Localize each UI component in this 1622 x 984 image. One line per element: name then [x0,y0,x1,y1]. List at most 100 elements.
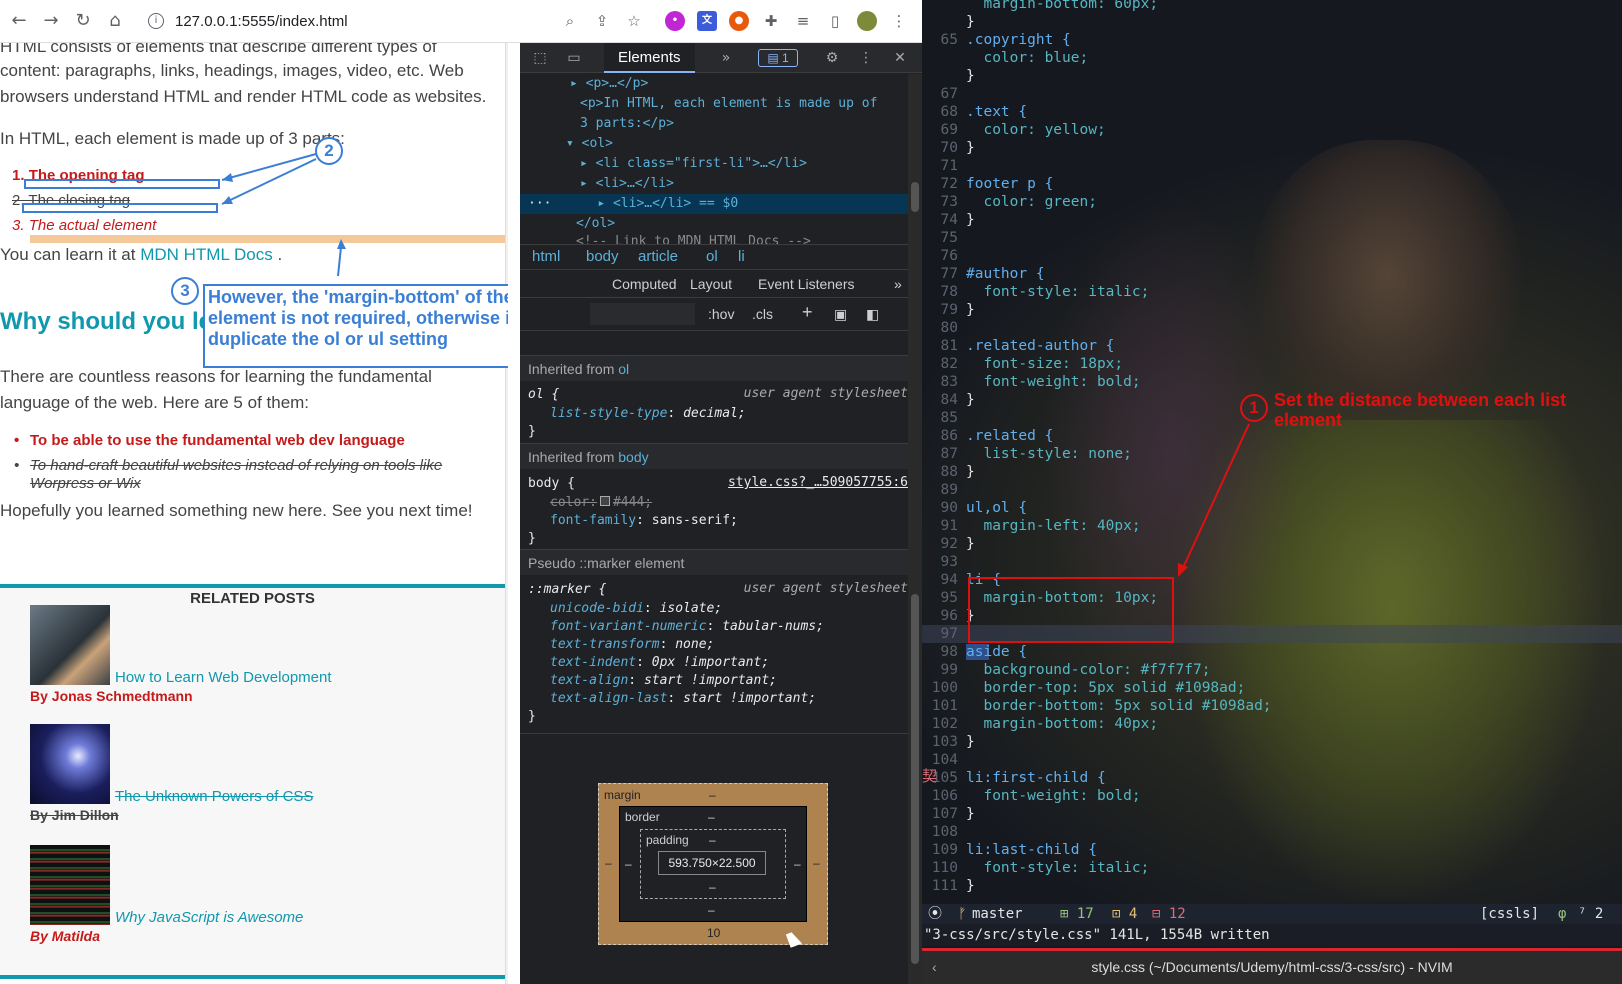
breadcrumb-ol[interactable]: ol [706,245,718,269]
dom-node-li-2[interactable]: ▸ <li>…</li> [580,174,674,194]
home-icon[interactable]: ⌂ [104,10,126,32]
code-line[interactable]: 101 border-bottom: 5px solid #1098ad; [922,697,1272,715]
code-line[interactable]: 100 border-top: 5px solid #1098ad; [922,679,1246,697]
code-line[interactable]: 80 [922,319,966,337]
code-line[interactable]: 74} [922,211,975,229]
zoom-icon[interactable]: ⌕ [560,11,580,31]
devtools-scrollbar[interactable] [908,74,922,984]
cookie-extension-icon[interactable]: ● [729,11,749,31]
share-icon[interactable]: ⇪ [592,11,612,31]
page-scrollbar[interactable] [505,43,508,984]
code-line[interactable]: 102 margin-bottom: 40px; [922,715,1158,733]
inspect-element-icon[interactable]: ⬚ [530,49,550,67]
code-buffer[interactable]: margin-bottom: 60px;} 65 .copyright { colo… [922,0,1622,910]
hover-state-toggle[interactable]: :hov [708,306,734,322]
breadcrumb-html[interactable]: html [532,245,560,269]
box-model-border[interactable]: border – – – – padding – – 593.750×22.50… [619,806,807,922]
issues-badge[interactable]: ▤ 1 [758,49,798,67]
code-line[interactable]: 93 [922,553,966,571]
code-line[interactable]: 103} [922,733,975,751]
dom-node-ol-close[interactable]: </ol> [576,214,615,234]
dom-scrollbar-thumb[interactable] [911,182,919,212]
tab-event-listeners[interactable]: Event Listeners [758,270,855,298]
dom-node-comment[interactable]: <!-- Link to MDN HTML Docs --> [576,232,811,244]
more-tabs-icon[interactable]: » [894,270,902,298]
code-line[interactable]: 110 font-style: italic; [922,859,1150,877]
code-line[interactable]: 78 font-style: italic; [922,283,1150,301]
translate-extension-icon[interactable]: 文 [697,11,717,31]
extension-purple-icon[interactable]: • [665,11,685,31]
code-line[interactable]: 71 [922,157,966,175]
sidebar-icon[interactable]: ▯ [825,11,845,31]
dom-node-ol[interactable]: ▾ <ol> [566,134,613,154]
dom-node-p[interactable]: ▸ <p>…</p> [570,74,648,94]
breadcrumb-body[interactable]: body [586,245,619,269]
code-line[interactable]: 105 li:first-child { [922,769,1106,787]
code-line[interactable]: 77 #author { [922,265,1045,283]
kebab-menu-icon[interactable]: ⋮ [856,49,876,67]
code-line[interactable]: 76 [922,247,966,265]
inherited-tag-link[interactable]: ol [618,361,629,377]
code-line[interactable]: 88} [922,463,975,481]
code-line[interactable]: margin-bottom: 60px; [922,0,1158,13]
code-line[interactable]: 109 li:last-child { [922,841,1097,859]
breadcrumb-article[interactable]: article [638,245,678,269]
device-toolbar-icon[interactable]: ▭ [564,49,584,67]
code-line[interactable]: 83 font-weight: bold; [922,373,1141,391]
code-line[interactable]: 87 list-style: none; [922,445,1132,463]
code-line[interactable]: 89 [922,481,966,499]
code-line[interactable]: 81 .related-author { [922,337,1115,355]
code-line[interactable]: 84} [922,391,975,409]
site-info-icon[interactable]: i [148,13,164,29]
dom-node-p2[interactable]: <p>In HTML, each element is made up of [580,94,877,114]
menu-icon[interactable]: ⋮ [889,11,909,31]
profile-avatar[interactable] [857,11,877,31]
tab-layout[interactable]: Layout [690,270,732,298]
reading-list-icon[interactable]: ≡ [793,11,813,31]
inherited-tag-link[interactable]: body [618,449,648,465]
code-line[interactable]: 82 font-size: 18px; [922,355,1124,373]
code-line[interactable]: 65 .copyright { [922,31,1071,49]
gear-icon[interactable]: ⚙ [822,49,842,67]
code-line[interactable]: 86 .related { [922,427,1054,445]
code-line[interactable]: 75 [922,229,966,247]
new-rule-button[interactable]: + [802,302,813,323]
tab-elements[interactable]: Elements [604,43,695,73]
chevron-left-icon[interactable]: ‹ [932,951,937,984]
code-line[interactable]: 69 color: yellow; [922,121,1106,139]
close-icon[interactable]: ✕ [890,49,910,67]
tab-computed[interactable]: Computed [612,270,677,298]
reload-icon[interactable]: ↻ [72,10,94,32]
code-line[interactable]: 99 background-color: #f7f7f7; [922,661,1211,679]
box-model-margin[interactable]: margin – – – 10 border – – – – padding –… [598,783,828,945]
post-title-link[interactable]: Why JavaScript is Awesome [115,909,303,926]
post-title-link[interactable]: The Unknown Powers of CSS [115,788,313,805]
code-line[interactable]: 106 font-weight: bold; [922,787,1141,805]
code-line[interactable]: } [922,13,975,31]
code-line[interactable]: 107} [922,805,975,823]
color-swatch[interactable] [599,496,610,506]
code-line[interactable]: 67 [922,85,966,103]
box-model-padding[interactable]: padding – – 593.750×22.500 [640,829,786,899]
code-line[interactable]: 70} [922,139,975,157]
code-line[interactable]: 79} [922,301,975,319]
command-line[interactable]: "3-css/src/style.css" 141L, 1554B writte… [922,924,1622,946]
more-tabs-icon[interactable]: » [716,49,736,67]
back-arrow-icon[interactable]: ← [8,10,30,32]
code-line[interactable]: } [922,67,975,85]
dom-node-li-3-selected[interactable]: ··· ▸ <li>…</li> == $0 [528,194,738,214]
paint-icon[interactable]: ▣ [834,306,847,323]
code-line[interactable]: 91 margin-left: 40px; [922,517,1141,535]
post-title-link[interactable]: How to Learn Web Development [115,669,332,686]
code-line[interactable]: 68 .text { [922,103,1028,121]
breadcrumb-li[interactable]: li [738,245,745,269]
code-line[interactable]: 73 color: green; [922,193,1097,211]
code-line[interactable]: 108 [922,823,966,841]
dom-node-li-first[interactable]: ▸ <li class="first-li">…</li> [580,154,807,174]
code-line[interactable]: 96} [922,607,975,625]
code-line[interactable]: 98 aside { [922,643,1028,661]
code-line[interactable]: color: blue; [922,49,1088,67]
code-line[interactable]: 92} [922,535,975,553]
box-model-content[interactable]: 593.750×22.500 [658,851,766,875]
address-bar[interactable]: i 127.0.0.1:5555/index.html [140,7,590,36]
